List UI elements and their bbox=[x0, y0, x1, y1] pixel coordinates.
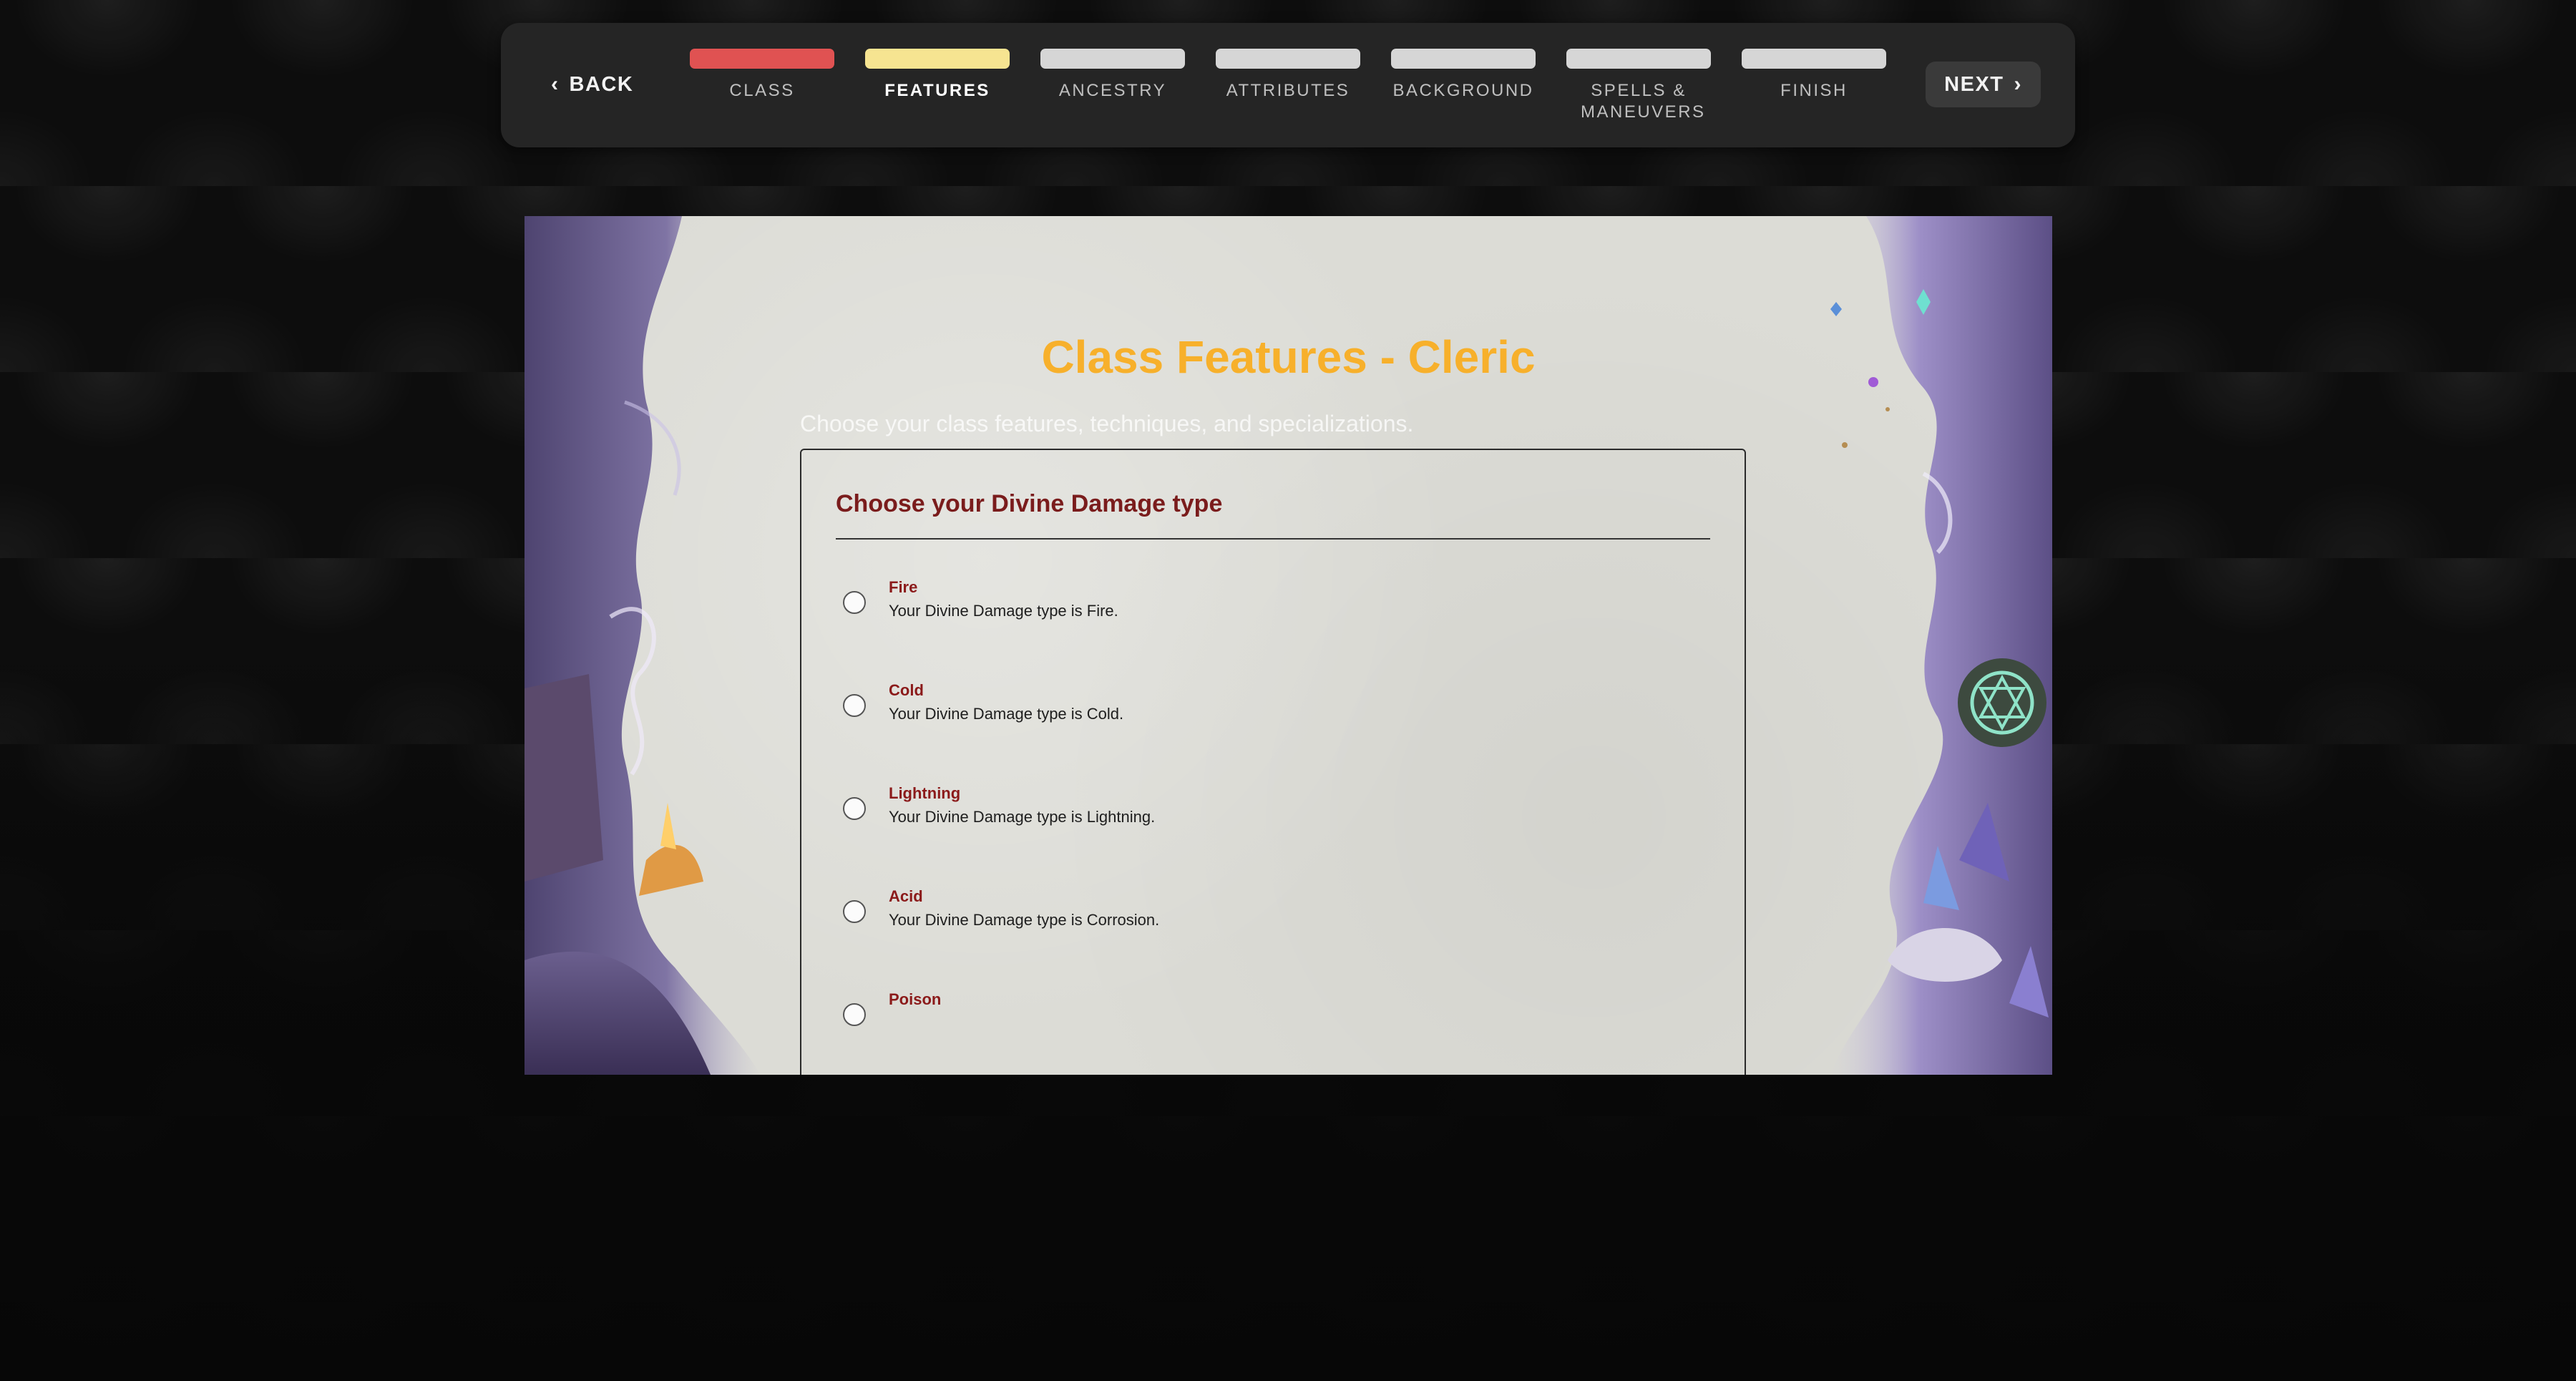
step-finish[interactable]: FINISH bbox=[1742, 49, 1886, 102]
option-fire[interactable]: Fire Your Divine Damage type is Fire. bbox=[836, 564, 1118, 650]
option-name: Lightning bbox=[889, 784, 961, 802]
option-name: Cold bbox=[889, 681, 924, 699]
option-cold[interactable]: Cold Your Divine Damage type is Cold. bbox=[836, 667, 1123, 753]
step-progress-bar bbox=[1391, 49, 1536, 69]
step-progress-bar bbox=[1216, 49, 1360, 69]
step-progress-bar bbox=[1040, 49, 1185, 69]
step-ancestry[interactable]: ANCESTRY bbox=[1040, 49, 1185, 102]
chevron-right-icon: › bbox=[2014, 72, 2022, 96]
radio-button[interactable] bbox=[843, 1003, 866, 1026]
option-poison[interactable]: Poison bbox=[836, 976, 941, 1062]
option-description: Your Divine Damage type is Corrosion. bbox=[889, 911, 1160, 929]
radio-button[interactable] bbox=[843, 797, 866, 820]
step-spells-maneuvers[interactable]: SPELLS & MANEUVERS bbox=[1566, 49, 1711, 123]
option-name: Poison bbox=[889, 990, 942, 1008]
step-background[interactable]: BACKGROUND bbox=[1391, 49, 1536, 102]
section-heading: Choose your Divine Damage type bbox=[836, 490, 1710, 540]
divine-damage-section: Choose your Divine Damage type Fire Your… bbox=[800, 449, 1746, 1075]
step-label: BACKGROUND bbox=[1392, 81, 1534, 100]
step-progress-bar bbox=[1742, 49, 1886, 69]
option-description: Your Divine Damage type is Lightning. bbox=[889, 808, 1156, 826]
option-description: Your Divine Damage type is Cold. bbox=[889, 705, 1124, 723]
next-button[interactable]: NEXT › bbox=[1926, 62, 2041, 107]
page-subtitle: Choose your class features, techniques, … bbox=[800, 411, 1414, 436]
radio-button[interactable] bbox=[843, 591, 866, 614]
step-progress-bar bbox=[1566, 49, 1711, 69]
class-features-panel: Class Features - Cleric Choose your clas… bbox=[525, 216, 2052, 1075]
step-label: FINISH bbox=[1780, 81, 1848, 100]
step-navigation-bar: ‹ BACK CLASS FEATURES ANCESTRY ATTRIBUTE… bbox=[501, 23, 2075, 147]
next-button-label: NEXT bbox=[1944, 72, 2004, 96]
chevron-left-icon: ‹ bbox=[551, 72, 560, 96]
back-button[interactable]: ‹ BACK bbox=[551, 62, 633, 107]
radio-button[interactable] bbox=[843, 694, 866, 717]
option-description: Your Divine Damage type is Fire. bbox=[889, 602, 1118, 620]
radio-button[interactable] bbox=[843, 900, 866, 923]
option-name: Fire bbox=[889, 578, 918, 596]
step-attributes[interactable]: ATTRIBUTES bbox=[1216, 49, 1360, 102]
page-title: Class Features - Cleric bbox=[1041, 331, 1536, 383]
option-acid[interactable]: Acid Your Divine Damage type is Corrosio… bbox=[836, 873, 1159, 959]
step-label: CLASS bbox=[729, 81, 795, 100]
step-label: ANCESTRY bbox=[1058, 81, 1167, 100]
step-label: FEATURES bbox=[884, 81, 990, 100]
step-label: SPELLS & MANEUVERS bbox=[1581, 81, 1706, 122]
option-name: Acid bbox=[889, 887, 923, 905]
step-label: ATTRIBUTES bbox=[1226, 81, 1350, 100]
option-lightning[interactable]: Lightning Your Divine Damage type is Lig… bbox=[836, 770, 1155, 856]
step-progress-bar bbox=[690, 49, 834, 69]
step-features[interactable]: FEATURES bbox=[865, 49, 1010, 102]
step-class[interactable]: CLASS bbox=[690, 49, 834, 102]
step-progress-bar bbox=[865, 49, 1010, 69]
back-button-label: BACK bbox=[569, 72, 634, 96]
